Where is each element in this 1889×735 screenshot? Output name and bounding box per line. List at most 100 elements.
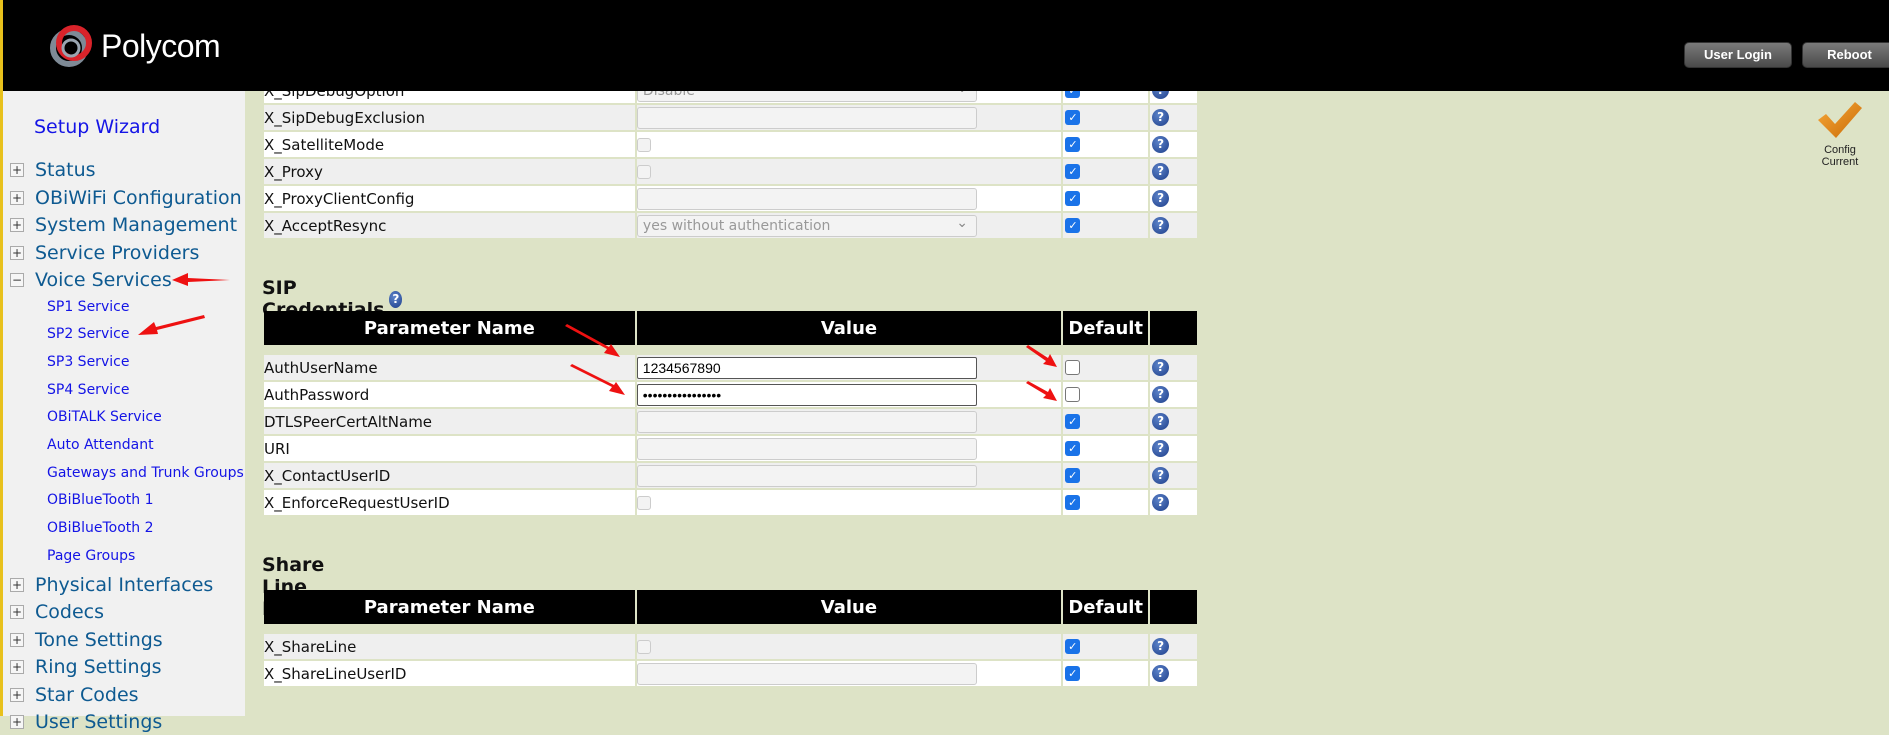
voice-service-params-table: X_SipDebugOptionDisable⌄✓?X_SipDebugExcl… — [262, 76, 1199, 240]
sidebar-item-user-settings[interactable]: + User Settings — [3, 709, 162, 735]
expand-icon[interactable]: + — [10, 660, 24, 674]
expand-icon[interactable]: + — [10, 163, 24, 177]
help-icon[interactable]: ? — [1152, 494, 1170, 511]
collapse-icon[interactable]: − — [10, 273, 24, 287]
default-checkbox[interactable]: ✓ — [1065, 414, 1081, 429]
value-input[interactable] — [636, 410, 977, 433]
sidebar-item-service-providers[interactable]: + Service Providers — [3, 240, 199, 266]
annotation-arrow-authusername — [565, 324, 620, 357]
sidebar-item-star-codes[interactable]: + Star Codes — [3, 682, 139, 708]
default-checkbox[interactable]: ✓ — [1065, 110, 1081, 125]
default-checkbox[interactable]: ✓ — [1065, 495, 1081, 510]
sidebar-subitem-obibluetooth-2[interactable]: OBiBlueTooth 2 — [47, 520, 154, 536]
sidebar-item-label: Voice Services — [35, 269, 172, 291]
sip-credentials-table: Parameter Name Value Default AuthUserNam… — [262, 309, 1199, 517]
sidebar-item-voice-services[interactable]: − Voice Services — [3, 267, 172, 293]
expand-icon[interactable]: + — [10, 632, 24, 647]
sidebar-item-physical-interfaces[interactable]: + Physical Interfaces — [3, 572, 213, 598]
default-cell: ✓ — [1063, 634, 1149, 659]
value-checkbox[interactable] — [636, 137, 651, 152]
sidebar-subitem-sp3-service[interactable]: SP3 Service — [47, 354, 129, 370]
sidebar-subitem-gateways-and-trunk-groups[interactable]: Gateways and Trunk Groups — [47, 465, 244, 481]
sidebar-subitem-sp1-service[interactable]: SP1 Service — [47, 299, 129, 315]
help-icon[interactable]: ? — [1152, 359, 1170, 376]
help-icon[interactable]: ? — [1152, 217, 1170, 234]
default-checkbox[interactable]: ✓ — [1065, 639, 1081, 654]
help-icon[interactable]: ? — [1152, 467, 1170, 484]
help-icon[interactable]: ? — [1152, 440, 1170, 457]
sidebar-subitem-obitalk-service[interactable]: OBiTALK Service — [47, 409, 162, 425]
default-checkbox[interactable] — [1065, 387, 1081, 402]
default-checkbox[interactable]: ✓ — [1065, 666, 1081, 681]
help-cell: ? — [1150, 355, 1197, 380]
default-checkbox[interactable]: ✓ — [1065, 468, 1081, 483]
help-icon[interactable]: ? — [1152, 109, 1170, 126]
expand-icon[interactable]: + — [10, 577, 24, 592]
sidebar-subitem-sp2-service[interactable]: SP2 Service — [47, 326, 129, 342]
sidebar-subitem-obibluetooth-1[interactable]: OBiBlueTooth 1 — [47, 492, 154, 508]
param-value-cell — [636, 661, 1062, 686]
expand-icon[interactable]: + — [10, 715, 24, 729]
default-checkbox[interactable]: ✓ — [1065, 191, 1081, 206]
user-login-button[interactable]: User Login — [1684, 42, 1792, 68]
default-cell: ✓ — [1063, 490, 1149, 515]
help-icon[interactable]: ? — [1152, 413, 1170, 430]
expand-icon[interactable]: + — [10, 605, 24, 619]
table-row: DTLSPeerCertAltName ✓? — [264, 409, 1197, 434]
expand-icon[interactable]: + — [10, 687, 24, 702]
sidebar-item-label: Service Providers — [35, 241, 200, 264]
help-icon[interactable]: ? — [389, 290, 403, 308]
help-cell: ? — [1150, 634, 1197, 659]
value-select[interactable]: yes without authentication ⌄ — [636, 214, 977, 237]
sidebar-item-status[interactable]: + Status — [3, 157, 96, 183]
expand-icon[interactable]: + — [10, 190, 24, 205]
default-checkbox[interactable]: ✓ — [1065, 441, 1081, 456]
help-icon[interactable]: ? — [1152, 665, 1170, 682]
value-input[interactable] — [636, 106, 977, 129]
expand-icon[interactable]: + — [10, 218, 24, 232]
reboot-button[interactable]: Reboot — [1802, 42, 1889, 68]
default-checkbox[interactable] — [1065, 360, 1081, 375]
expand-icon[interactable]: + — [10, 245, 24, 260]
value-input[interactable]: 1234567890 — [636, 356, 977, 379]
param-name: X_SatelliteMode — [264, 132, 635, 157]
default-checkbox[interactable]: ✓ — [1065, 137, 1081, 152]
sidebar-subitem-page-groups[interactable]: Page Groups — [47, 548, 135, 564]
sidebar-item-ring-settings[interactable]: + Ring Settings — [3, 654, 162, 680]
help-icon[interactable]: ? — [1152, 190, 1170, 207]
sidebar-item-codecs[interactable]: + Codecs — [3, 599, 104, 625]
value-checkbox[interactable] — [636, 164, 651, 179]
table-row: X_EnforceRequestUserID ✓? — [264, 490, 1197, 515]
col-header-help — [1150, 311, 1197, 345]
help-cell: ? — [1150, 490, 1197, 515]
sidebar-subitem-sp4-service[interactable]: SP4 Service — [47, 382, 129, 398]
polycom-logo: Polycom — [47, 20, 221, 72]
sidebar-item-obiwifi-configuration[interactable]: + OBiWiFi Configuration — [3, 185, 242, 211]
spacer-row — [264, 626, 1197, 632]
setup-wizard-link[interactable]: Setup Wizard — [34, 116, 160, 138]
param-name: X_ShareLineUserID — [264, 661, 635, 686]
sidebar-subitem-auto-attendant[interactable]: Auto Attendant — [47, 437, 154, 453]
check-mark-icon — [1818, 102, 1862, 138]
help-icon[interactable]: ? — [1152, 386, 1170, 403]
value-input[interactable] — [636, 464, 977, 487]
help-icon[interactable]: ? — [1152, 136, 1170, 153]
sidebar-item-tone-settings[interactable]: + Tone Settings — [3, 627, 163, 653]
col-header-value: Value — [636, 590, 1062, 624]
param-value-cell — [636, 409, 1062, 434]
param-value-cell — [636, 634, 1062, 659]
value-input[interactable]: •••••••••••••••• — [636, 383, 977, 406]
default-checkbox[interactable]: ✓ — [1065, 164, 1081, 179]
value-input[interactable] — [636, 662, 977, 685]
value-checkbox[interactable] — [636, 639, 651, 654]
help-icon[interactable]: ? — [1152, 163, 1170, 180]
value-input[interactable] — [636, 187, 977, 210]
param-name: X_ShareLine — [264, 634, 635, 659]
value-input[interactable] — [636, 437, 977, 460]
default-checkbox[interactable]: ✓ — [1065, 218, 1081, 233]
help-icon[interactable]: ? — [1152, 638, 1170, 655]
value-text: •••••••••••••••• — [642, 386, 722, 403]
sidebar-item-system-management[interactable]: + System Management — [3, 212, 237, 238]
value-checkbox[interactable] — [636, 495, 651, 510]
annotation-arrow-default-authpassword — [1026, 381, 1057, 401]
